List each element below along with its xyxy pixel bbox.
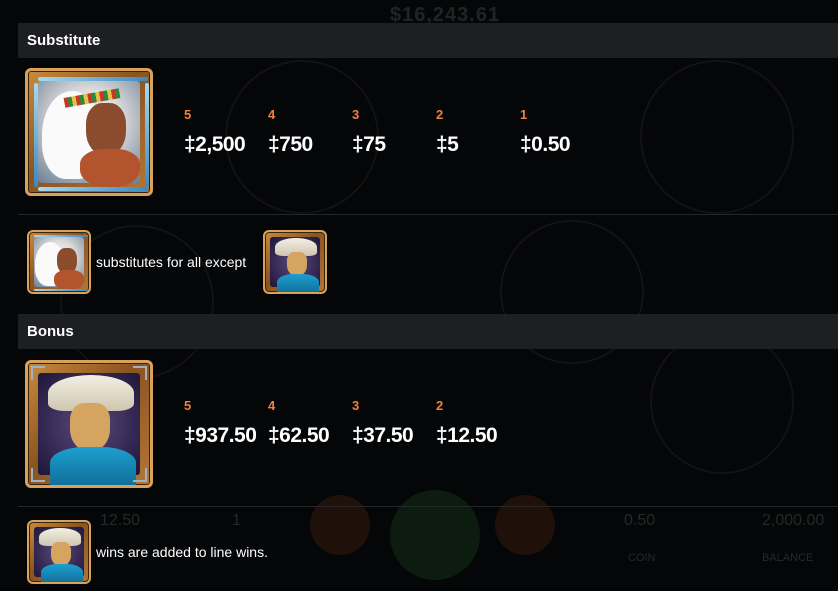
payout-amount: ‡2,500 <box>184 133 246 156</box>
payout-5-of-a-kind: 5 ‡937.50 <box>184 398 257 448</box>
payout-3-of-a-kind: 3 ‡75 <box>352 107 422 157</box>
section-divider <box>18 214 838 215</box>
payout-amount: ‡37.50 <box>352 424 414 447</box>
background-reel-symbol <box>650 330 794 474</box>
background-autoplay-button <box>310 495 370 555</box>
payout-amount: ‡750 <box>268 133 313 156</box>
bonus-note: wins are added to line wins. <box>96 544 268 560</box>
payout-amount: ‡75 <box>352 133 386 156</box>
payout-amount: ‡12.50 <box>436 424 498 447</box>
payout-count: 2 <box>436 398 444 413</box>
background-reel-symbol <box>640 60 794 214</box>
payout-5-of-a-kind: 5 ‡2,500 <box>184 107 254 157</box>
payout-count: 4 <box>268 107 276 122</box>
payout-2-of-a-kind: 2 ‡5 <box>436 107 506 157</box>
payout-amount: ‡5 <box>436 133 459 156</box>
background-turbo-button <box>495 495 555 555</box>
background-spin-button <box>390 490 480 580</box>
background-balance-value: 2,000.00 <box>762 512 825 529</box>
section-title: Substitute <box>27 32 101 49</box>
payout-count: 1 <box>520 107 528 122</box>
payout-1-of-a-kind: 1 ‡0.50 <box>520 107 590 157</box>
substitute-note: substitutes for all except <box>96 254 247 270</box>
chief-symbol-icon <box>25 68 153 196</box>
payout-2-of-a-kind: 2 ‡12.50 <box>436 398 506 448</box>
payout-4-of-a-kind: 4 ‡62.50 <box>268 398 338 448</box>
background-coin-value: 0.50 <box>624 512 656 529</box>
background-coin-label: COIN <box>628 552 656 564</box>
cowboy-symbol-small-icon <box>27 520 91 584</box>
background-bet-value: 12.50 <box>100 512 141 529</box>
payout-count: 3 <box>352 398 360 413</box>
cowboy-symbol-icon <box>25 360 153 488</box>
section-divider <box>18 506 838 507</box>
payout-amount: ‡937.50 <box>184 424 257 447</box>
background-lines-value: 1 <box>232 512 241 529</box>
chief-symbol-small-icon <box>27 230 91 294</box>
payout-amount: ‡62.50 <box>268 424 330 447</box>
substitute-section-header: Substitute <box>18 23 838 58</box>
payout-3-of-a-kind: 3 ‡37.50 <box>352 398 422 448</box>
payout-count: 3 <box>352 107 360 122</box>
bonus-section-header: Bonus <box>18 314 838 349</box>
payout-count: 2 <box>436 107 444 122</box>
payout-count: 5 <box>184 107 192 122</box>
background-balance-label: BALANCE <box>762 552 814 564</box>
payout-4-of-a-kind: 4 ‡750 <box>268 107 338 157</box>
payout-count: 4 <box>268 398 276 413</box>
cowboy-symbol-small-icon <box>263 230 327 294</box>
payout-count: 5 <box>184 398 192 413</box>
payout-amount: ‡0.50 <box>520 133 571 156</box>
section-title: Bonus <box>27 323 74 340</box>
